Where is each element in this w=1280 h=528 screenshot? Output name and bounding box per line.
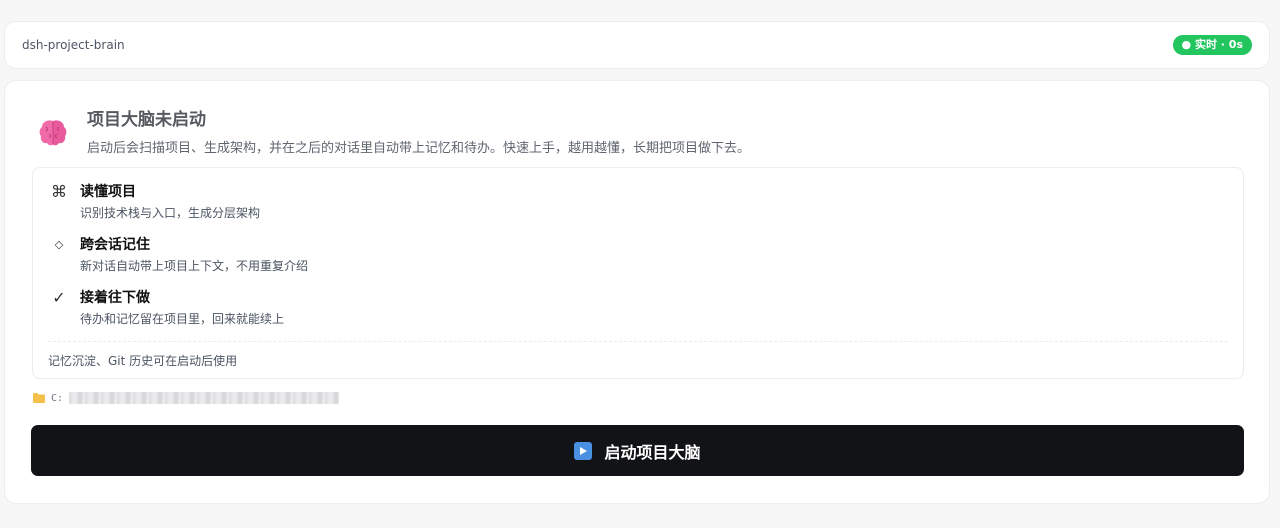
check-icon: ✓ [52, 288, 66, 307]
features-footer-note: 记忆沉淀、Git 历史可在启动后使用 [48, 354, 238, 368]
feature-title: 接着往下做 [80, 290, 150, 306]
feature-description: 待办和记忆留在项目里，回来就能续上 [80, 312, 285, 326]
hero-section: 项目大脑未启动 启动后会扫描项目、生成架构，并在之后的对话里自动带上记忆和待办。… [35, 109, 750, 156]
project-name: dsh-project-brain [22, 38, 125, 52]
project-path: C: [33, 392, 340, 404]
launch-button-label: 启动项目大脑 [604, 444, 701, 462]
top-bar: dsh-project-brain ● 实时 · 0s [4, 21, 1270, 69]
diamond-icon: ◇ [54, 238, 64, 251]
feature-item: ⌘ 读懂项目 识别技术栈与入口，生成分层架构 [48, 182, 260, 221]
features-card: ⌘ 读懂项目 识别技术栈与入口，生成分层架构 ◇ 跨会话记住 新对话自动带上项目… [32, 167, 1244, 379]
feature-title: 读懂项目 [80, 184, 136, 200]
feature-description: 新对话自动带上项目上下文，不用重复介绍 [80, 259, 309, 273]
hero-title: 项目大脑未启动 [87, 110, 206, 130]
command-icon: ⌘ [51, 182, 67, 201]
hero-text: 项目大脑未启动 启动后会扫描项目、生成架构，并在之后的对话里自动带上记忆和待办。… [87, 109, 750, 156]
folder-icon [33, 393, 45, 403]
hero-description: 启动后会扫描项目、生成架构，并在之后的对话里自动带上记忆和待办。快速上手，越用越… [87, 141, 751, 156]
feature-title: 跨会话记住 [80, 237, 150, 253]
path-prefix: C: [51, 392, 64, 404]
redacted-path [69, 392, 340, 404]
feature-description: 识别技术栈与入口，生成分层架构 [80, 206, 261, 220]
project-brain-panel: 项目大脑未启动 启动后会扫描项目、生成架构，并在之后的对话里自动带上记忆和待办。… [4, 80, 1270, 504]
divider [48, 341, 1228, 342]
launch-project-brain-button[interactable]: 启动项目大脑 [31, 425, 1244, 476]
play-icon [574, 441, 593, 460]
live-status-badge: ● 实时 · 0s [1172, 35, 1252, 55]
feature-item: ✓ 接着往下做 待办和记忆留在项目里，回来就能续上 [48, 288, 284, 327]
feature-item: ◇ 跨会话记住 新对话自动带上项目上下文，不用重复介绍 [48, 235, 308, 274]
brain-icon [39, 120, 67, 146]
